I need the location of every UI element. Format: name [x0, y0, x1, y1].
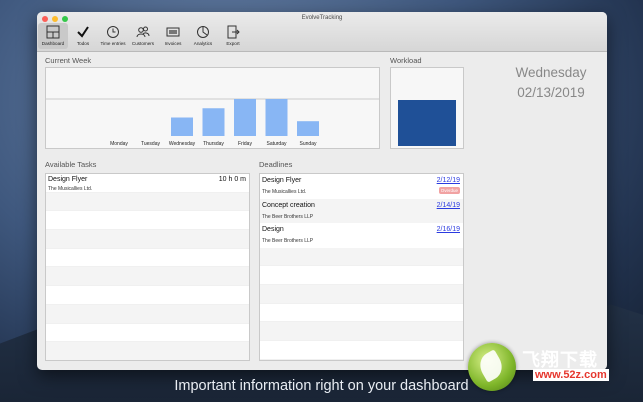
dashboard-icon	[46, 25, 60, 39]
deadlines-list[interactable]: Design Flyer 2/12/19 The Musicallies Ltd…	[259, 173, 464, 361]
deadline-date-link[interactable]: 2/16/19	[437, 226, 460, 233]
bar-sunday	[297, 121, 319, 136]
app-window: EvolveTracking Dashboard Todos Time entr…	[37, 12, 607, 370]
toolbar-export[interactable]: Export	[218, 23, 248, 49]
deadline-date-link[interactable]: 2/12/19	[437, 177, 460, 184]
empty-row	[260, 322, 463, 341]
overdue-badge: Overdue	[438, 187, 460, 194]
task-hours: 10 h 0 m	[218, 176, 246, 183]
bar-thursday	[202, 108, 225, 136]
deadline-row[interactable]: Design 2/16/19 The Beer Brothers LLP	[260, 223, 463, 248]
toolbar-time-entries[interactable]: Time entries	[98, 23, 128, 49]
empty-row	[46, 192, 249, 212]
invoice-icon	[166, 27, 180, 37]
section-title-workload: Workload	[390, 56, 422, 65]
deadline-date-link[interactable]: 2/14/19	[437, 202, 460, 209]
watermark-url: www.52z.com	[533, 369, 609, 381]
tick-label-saturday: Saturday	[266, 141, 287, 147]
current-date: 02/13/2019	[517, 85, 585, 100]
bar-saturday	[265, 99, 288, 136]
empty-row	[46, 304, 249, 324]
empty-row	[260, 247, 463, 267]
deadline-customer: The Musicallies Ltd.	[262, 189, 307, 195]
current-week-chart: Monday Tuesday Wednesday Thursday Friday Satu…	[45, 67, 380, 149]
deadline-customer: The Beer Brothers LLP	[262, 238, 314, 244]
empty-row	[260, 341, 463, 360]
empty-row	[46, 324, 249, 343]
empty-row	[260, 304, 463, 323]
title-bar: EvolveTracking Dashboard Todos Time entr…	[37, 12, 607, 52]
tick-label-sunday: Sunday	[300, 141, 317, 147]
toolbar-label: Analytics	[193, 41, 213, 46]
leaf-icon	[474, 349, 508, 383]
customers-icon	[136, 26, 150, 38]
toolbar-todos[interactable]: Todos	[68, 23, 98, 49]
toolbar-analytics[interactable]: Analytics	[188, 23, 218, 49]
section-title-current-week: Current Week	[45, 56, 92, 65]
current-week-chart-svg: Monday Tuesday Wednesday Thursday Friday Satu…	[46, 98, 379, 147]
deadline-customer: The Beer Brothers LLP	[262, 213, 314, 220]
empty-row	[260, 266, 463, 285]
clock-icon	[107, 26, 119, 38]
window-title: EvolveTracking	[301, 15, 343, 21]
tick-label-tuesday: Tuesday	[141, 141, 160, 147]
current-weekday: Wednesday	[515, 65, 587, 80]
tick-label-monday: Monday	[110, 141, 128, 147]
dashboard-content: Current Week Monday Tuesday Wednesday Thurs…	[37, 53, 607, 370]
tick-label-wednesday: Wednesday	[169, 141, 196, 147]
deadline-row[interactable]: Concept creation 2/14/19 The Beer Brothe…	[260, 198, 463, 223]
empty-row	[46, 342, 249, 360]
checkmark-icon	[77, 26, 89, 38]
analytics-icon	[197, 26, 209, 38]
task-customer: The Musicallies Ltd.	[48, 186, 93, 192]
empty-row	[46, 211, 249, 231]
tick-label-friday: Friday	[238, 141, 252, 147]
toolbar-label: Todos	[76, 41, 90, 46]
section-title-available-tasks: Available Tasks	[45, 160, 97, 169]
toolbar-label: Customers	[131, 41, 155, 46]
tick-label-thursday: Thursday	[203, 141, 224, 147]
deadline-title: Concept creation	[262, 201, 315, 209]
deadline-title: Design	[262, 226, 284, 233]
toolbar-customers[interactable]: Customers	[128, 23, 158, 49]
export-icon	[227, 25, 240, 39]
empty-row	[46, 267, 249, 287]
toolbar-label: Dashboard	[41, 41, 65, 46]
task-title: Design Flyer	[48, 176, 88, 183]
bar-wednesday	[171, 117, 193, 136]
bar-friday	[234, 99, 256, 136]
toolbar-dashboard[interactable]: Dashboard	[38, 23, 68, 49]
toolbar-label: Export	[226, 41, 240, 46]
toolbar: Dashboard Todos Time entries Customers I…	[38, 23, 248, 49]
workload-panel	[390, 67, 464, 149]
watermark-logo	[468, 343, 516, 391]
workload-bar	[398, 100, 456, 146]
empty-row	[46, 249, 249, 268]
deadline-row[interactable]: Design Flyer 2/12/19 The Musicallies Ltd…	[260, 174, 463, 199]
empty-row	[260, 284, 463, 304]
empty-row	[46, 286, 249, 305]
toolbar-label: Invoices	[164, 41, 182, 46]
deadline-title: Design Flyer	[262, 177, 302, 184]
toolbar-label: Time entries	[100, 41, 126, 46]
empty-row	[46, 230, 249, 249]
section-title-deadlines: Deadlines	[259, 160, 293, 169]
toolbar-invoices[interactable]: Invoices	[158, 23, 188, 49]
available-tasks-list[interactable]: Design Flyer 10 h 0 m The Musicallies Lt…	[45, 173, 250, 361]
task-row[interactable]: Design Flyer 10 h 0 m The Musicallies Lt…	[46, 174, 249, 193]
